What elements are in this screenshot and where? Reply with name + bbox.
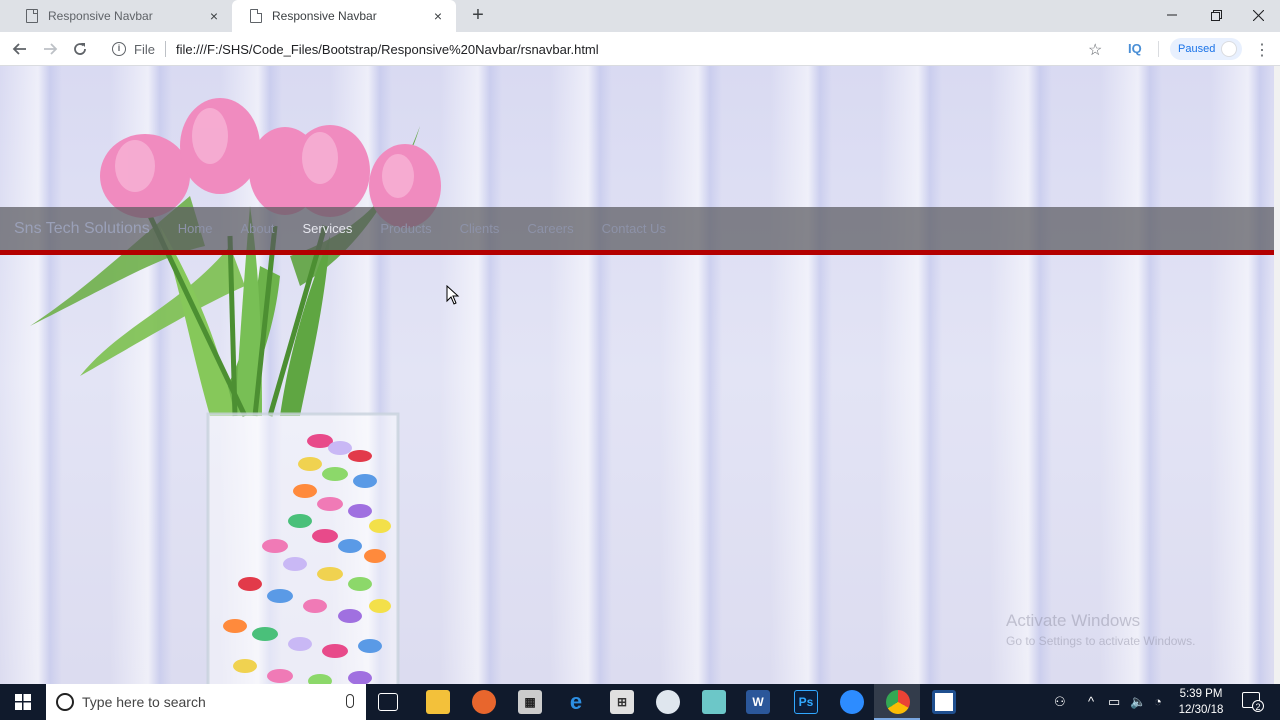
- page-viewport: Sns Tech Solutions Home About Services P…: [0, 66, 1280, 684]
- photoshop-icon[interactable]: Ps: [794, 690, 818, 714]
- people-icon[interactable]: ⚇: [1054, 694, 1066, 710]
- windows-logo-icon: [15, 694, 31, 710]
- minimize-button[interactable]: [1150, 0, 1194, 30]
- store-icon[interactable]: ⊞: [610, 690, 634, 714]
- new-tab-button[interactable]: +: [468, 5, 488, 25]
- close-tab-icon[interactable]: ×: [206, 8, 222, 24]
- nav-link-clients[interactable]: Clients: [446, 221, 514, 236]
- navbar-brand[interactable]: Sns Tech Solutions: [14, 220, 150, 238]
- taskbar-search-box[interactable]: Type here to search: [46, 684, 366, 720]
- divider: [164, 41, 166, 57]
- file-explorer-icon[interactable]: [426, 690, 450, 714]
- zoom-icon[interactable]: [840, 690, 864, 714]
- wifi-icon[interactable]: ◔: [1154, 694, 1162, 709]
- site-navbar: Sns Tech Solutions Home About Services P…: [0, 207, 1276, 255]
- activation-watermark-title: Activate Windows: [1006, 611, 1141, 630]
- avatar: [1221, 41, 1238, 57]
- app-icon[interactable]: [932, 690, 956, 714]
- tulip-vase-image: [30, 98, 441, 684]
- page-icon: [26, 9, 38, 23]
- windows-taskbar: Type here to search ▦ e ⊞ W Ps ⚇ ^ ▭ 🔈 ◔…: [0, 684, 1280, 720]
- tab-title: Responsive Navbar: [48, 9, 153, 23]
- divider: [1158, 41, 1159, 57]
- nav-link-home[interactable]: Home: [164, 221, 227, 236]
- search-placeholder: Type here to search: [82, 694, 206, 710]
- url-text[interactable]: file:///F:/SHS/Code_Files/Bootstrap/Resp…: [176, 42, 599, 57]
- restore-button[interactable]: [1194, 0, 1238, 30]
- nav-link-services[interactable]: Services: [288, 221, 366, 236]
- mouse-cursor-icon: [446, 285, 460, 305]
- firefox-icon[interactable]: [472, 690, 496, 714]
- page-icon: [250, 9, 262, 23]
- nav-link-about[interactable]: About: [226, 221, 288, 236]
- clock-time: 5:39 PM: [1179, 688, 1223, 700]
- tab-strip: Responsive Navbar × Responsive Navbar × …: [0, 0, 1280, 32]
- forward-arrow-icon: [44, 43, 58, 55]
- minimize-icon: [1167, 14, 1177, 16]
- cortana-icon: [56, 693, 74, 711]
- reload-icon: [74, 43, 86, 55]
- scheme-label: File: [134, 41, 155, 57]
- nav-link-careers[interactable]: Careers: [513, 221, 587, 236]
- word-icon[interactable]: W: [746, 690, 770, 714]
- tab-title: Responsive Navbar: [272, 9, 377, 23]
- back-button[interactable]: [9, 38, 31, 60]
- close-window-button[interactable]: [1236, 0, 1280, 30]
- extension-iq-icon[interactable]: IQ: [1128, 41, 1142, 56]
- chrome-icon[interactable]: [886, 690, 910, 714]
- profile-status: Paused: [1178, 43, 1216, 55]
- restore-icon: [1210, 9, 1222, 21]
- info-icon[interactable]: i: [112, 42, 126, 56]
- app-icon[interactable]: [656, 690, 680, 714]
- taskbar-clock[interactable]: 5:39 PM 12/30/18: [1168, 686, 1234, 718]
- reload-button[interactable]: [69, 38, 91, 60]
- volume-icon[interactable]: 🔈: [1130, 694, 1146, 710]
- tab-active[interactable]: Responsive Navbar ×: [232, 0, 456, 32]
- back-arrow-icon: [12, 43, 26, 55]
- show-hidden-icons-chevron-icon[interactable]: ^: [1088, 694, 1094, 709]
- close-icon: [1252, 9, 1264, 21]
- profile-button[interactable]: Paused: [1170, 38, 1242, 60]
- app-icon[interactable]: [702, 690, 726, 714]
- forward-button[interactable]: [39, 38, 61, 60]
- notification-count-badge: 2: [1252, 700, 1264, 712]
- address-bar[interactable]: i File file:///F:/SHS/Code_Files/Bootstr…: [104, 36, 1116, 62]
- clock-date: 12/30/18: [1178, 704, 1224, 716]
- calculator-icon[interactable]: ▦: [518, 690, 542, 714]
- nav-link-products[interactable]: Products: [366, 221, 445, 236]
- close-tab-icon[interactable]: ×: [430, 8, 446, 24]
- activation-watermark-subtitle: Go to Settings to activate Windows.: [1006, 634, 1196, 648]
- nav-link-contact-us[interactable]: Contact Us: [588, 221, 680, 236]
- vertical-scrollbar[interactable]: [1274, 66, 1280, 684]
- bookmark-star-icon[interactable]: ☆: [1088, 40, 1102, 60]
- start-button[interactable]: [0, 684, 46, 720]
- microphone-icon[interactable]: [346, 694, 354, 708]
- edge-icon[interactable]: e: [564, 689, 588, 714]
- menu-kebab-icon[interactable]: ⋮: [1254, 40, 1270, 60]
- battery-icon[interactable]: ▭: [1108, 694, 1120, 710]
- task-view-icon[interactable]: [378, 693, 398, 711]
- tab-inactive[interactable]: Responsive Navbar ×: [8, 0, 232, 32]
